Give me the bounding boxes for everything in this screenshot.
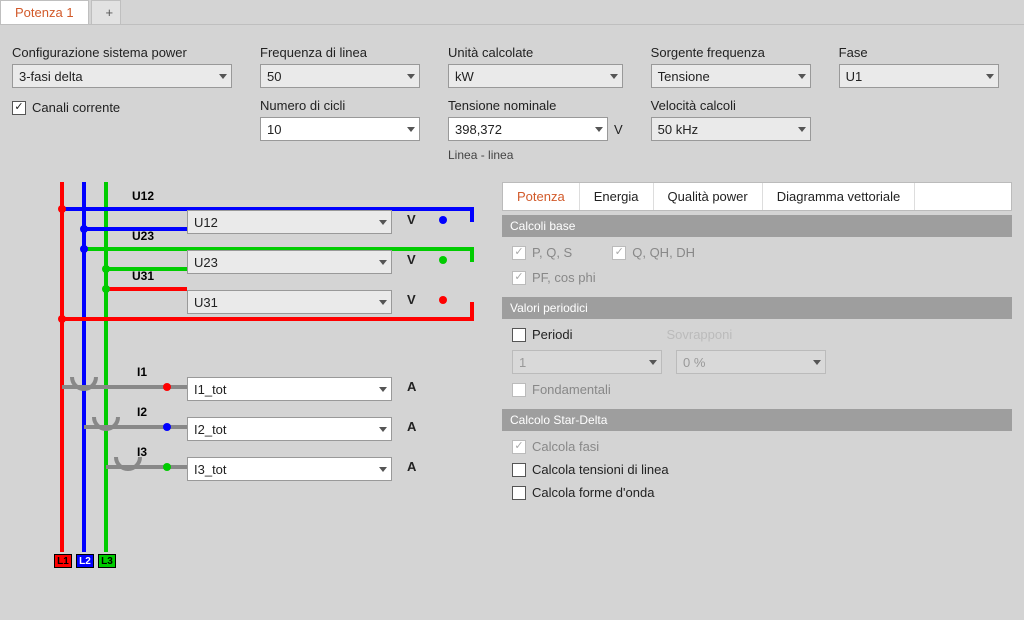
i3-label: I3 — [137, 445, 147, 459]
calc-units-select[interactable]: kW — [448, 64, 623, 88]
vnom-sublabel: Linea - linea — [448, 148, 623, 162]
top-tabs: Potenza 1 + — [0, 0, 1024, 25]
chevron-down-icon — [219, 74, 227, 79]
calc-rate-select[interactable]: 50 kHz — [651, 117, 811, 141]
cb-tensioni-linea[interactable] — [512, 463, 526, 477]
right-panel: Potenza Energia Qualità power Diagramma … — [502, 182, 1012, 582]
overlap-select: 0 % — [676, 350, 826, 374]
u23-unit: V — [407, 252, 416, 267]
rtab-qualita[interactable]: Qualità power — [654, 183, 763, 210]
tab-potenza1[interactable]: Potenza 1 — [0, 0, 89, 24]
phase-select[interactable]: U1 — [839, 64, 999, 88]
cycles-select[interactable]: 10 — [260, 117, 420, 141]
cb-pqs — [512, 246, 526, 260]
channels-current-checkbox[interactable] — [12, 101, 26, 115]
u12-unit: V — [407, 212, 416, 227]
i2-unit: A — [407, 419, 416, 434]
chevron-down-icon — [798, 74, 806, 79]
chevron-down-icon — [986, 74, 994, 79]
u12-label: U12 — [132, 189, 154, 203]
vnom-unit: V — [614, 122, 623, 137]
cycles-label: Numero di cicli — [260, 98, 420, 113]
chevron-down-icon — [798, 127, 806, 132]
freq-src-label: Sorgente frequenza — [651, 45, 811, 60]
power-system-label: Configurazione sistema power — [12, 45, 232, 60]
cb-fondamentali — [512, 383, 526, 397]
freq-src-select[interactable]: Tensione — [651, 64, 811, 88]
i2-select[interactable]: I2_tot — [187, 417, 392, 441]
rtab-potenza[interactable]: Potenza — [503, 183, 580, 210]
chevron-down-icon — [610, 74, 618, 79]
i1-select[interactable]: I1_tot — [187, 377, 392, 401]
i1-unit: A — [407, 379, 416, 394]
i2-label: I2 — [137, 405, 147, 419]
rtab-diagramma[interactable]: Diagramma vettoriale — [763, 183, 916, 210]
chevron-down-icon — [595, 127, 603, 132]
i3-unit: A — [407, 459, 416, 474]
tab-add[interactable]: + — [91, 0, 121, 24]
u23-select[interactable]: U23 — [187, 250, 392, 274]
terminal-l2: L2 — [76, 554, 94, 568]
line-freq-select[interactable]: 50 — [260, 64, 420, 88]
overlap-label: Sovrapponi — [666, 327, 732, 342]
terminal-l1: L1 — [54, 554, 72, 568]
sec-valori-periodici-head: Valori periodici — [502, 297, 1012, 319]
calc-rate-label: Velocità calcoli — [651, 98, 811, 113]
cb-calcola-fasi — [512, 440, 526, 454]
sec-stardelta-head: Calcolo Star-Delta — [502, 409, 1012, 431]
wiring-diagram: U12 U12 V U23 U23 V U31 U31 V I1 I1_tot … — [12, 182, 492, 582]
rtab-energia[interactable]: Energia — [580, 183, 654, 210]
vnom-label: Tensione nominale — [448, 98, 623, 113]
u23-label: U23 — [132, 229, 154, 243]
u31-label: U31 — [132, 269, 154, 283]
u31-unit: V — [407, 292, 416, 307]
power-system-select[interactable]: 3-fasi delta — [12, 64, 232, 88]
cb-periodi[interactable] — [512, 328, 526, 342]
chevron-down-icon — [407, 127, 415, 132]
right-tabs: Potenza Energia Qualità power Diagramma … — [502, 182, 1012, 211]
main-area: U12 U12 V U23 U23 V U31 U31 V I1 I1_tot … — [0, 172, 1024, 592]
terminal-l3: L3 — [98, 554, 116, 568]
line-freq-label: Frequenza di linea — [260, 45, 420, 60]
i3-select[interactable]: I3_tot — [187, 457, 392, 481]
cb-qqhdh — [612, 246, 626, 260]
sec-calcoli-base-head: Calcoli base — [502, 215, 1012, 237]
u12-select[interactable]: U12 — [187, 210, 392, 234]
vnom-select[interactable]: 398,372 — [448, 117, 608, 141]
phase-label: Fase — [839, 45, 999, 60]
channels-current-label: Canali corrente — [32, 100, 120, 115]
calc-units-label: Unità calcolate — [448, 45, 623, 60]
i1-label: I1 — [137, 365, 147, 379]
cb-pf — [512, 271, 526, 285]
u31-select[interactable]: U31 — [187, 290, 392, 314]
config-row: Configurazione sistema power 3-fasi delt… — [0, 25, 1024, 172]
chevron-down-icon — [407, 74, 415, 79]
cb-forme-onda[interactable] — [512, 486, 526, 500]
periods-select: 1 — [512, 350, 662, 374]
